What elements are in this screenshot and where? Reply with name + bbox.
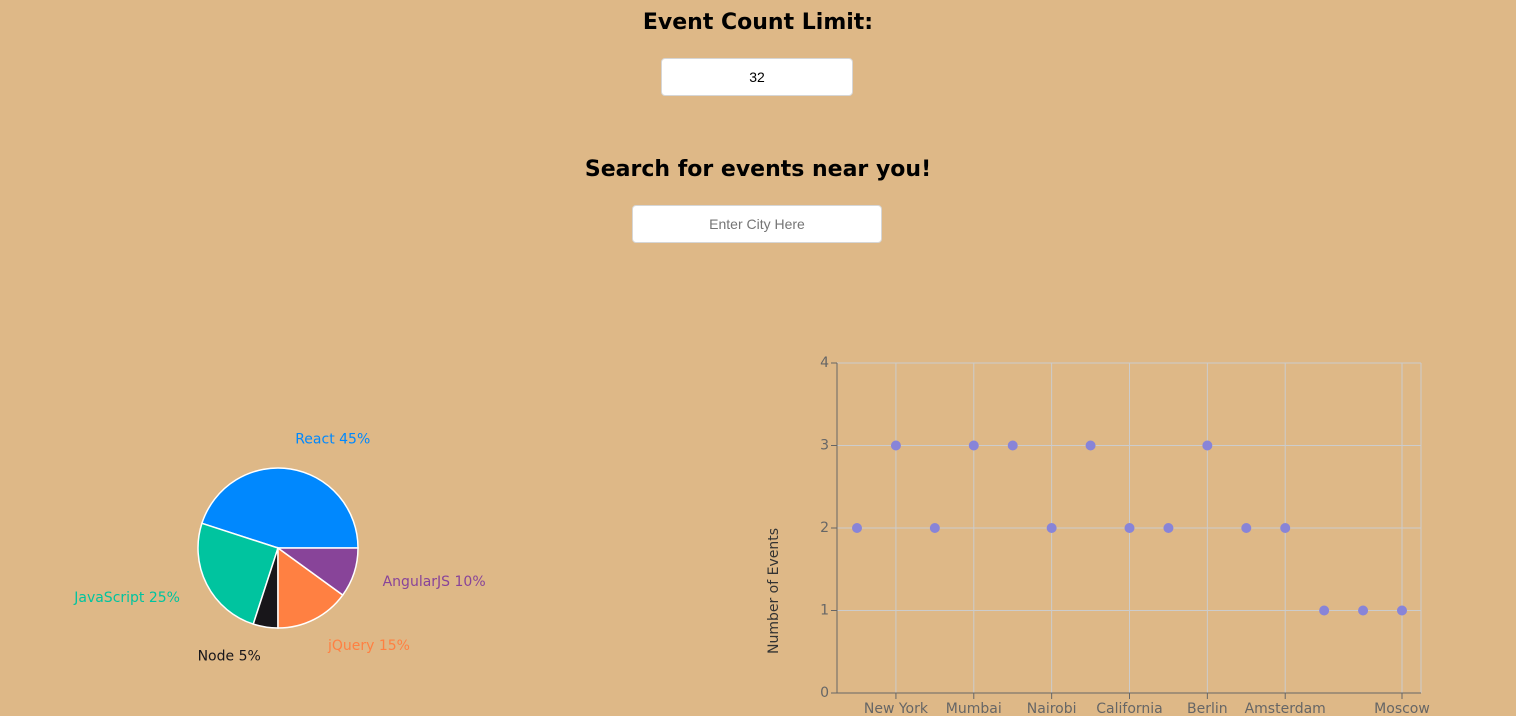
scatter-point	[1358, 605, 1369, 616]
scatter-point	[890, 440, 901, 451]
scatter-point	[852, 523, 862, 533]
y-tick-label: 3	[820, 438, 829, 454]
pie-label: jQuery 15%	[327, 638, 410, 654]
y-tick-label: 2	[820, 520, 829, 536]
scatter-point	[1280, 523, 1291, 533]
x-tick-label: Berlin	[1187, 701, 1228, 716]
city-search-input[interactable]	[632, 205, 882, 243]
x-tick-label: Nairobi	[1027, 701, 1077, 716]
x-tick-label: Amsterdam	[1245, 701, 1326, 716]
pie-label: React 45%	[295, 431, 370, 447]
scatter-point	[1163, 523, 1174, 533]
scatter-point	[1319, 605, 1330, 616]
scatter-point	[1397, 605, 1407, 616]
pie-label: JavaScript 25%	[73, 590, 180, 606]
event-count-input[interactable]	[661, 58, 853, 96]
y-tick-label: 0	[820, 685, 829, 701]
scatter-point	[1085, 440, 1096, 451]
x-tick-label: Mumbai	[946, 701, 1002, 716]
pie-label: Node 5%	[198, 649, 261, 665]
y-tick-label: 4	[820, 355, 829, 371]
scatter-point	[1124, 523, 1135, 533]
x-tick-label: Moscow	[1374, 701, 1430, 716]
scatter-point	[929, 523, 940, 533]
y-tick-label: 1	[820, 603, 829, 619]
x-tick-label: New York	[864, 701, 929, 716]
x-tick-label: California	[1096, 701, 1162, 716]
scatter-point	[1007, 440, 1018, 451]
scatter-point	[1241, 523, 1252, 533]
scatter-point	[1046, 523, 1057, 533]
y-axis-label: Number of Events	[766, 528, 782, 654]
scatter-point	[1202, 440, 1213, 451]
scatter-point	[968, 440, 979, 451]
pie-chart: React 45% JavaScript 25% Node 5% jQuery 15%…	[73, 431, 486, 665]
pie-label: AngularJS 10%	[383, 574, 486, 590]
